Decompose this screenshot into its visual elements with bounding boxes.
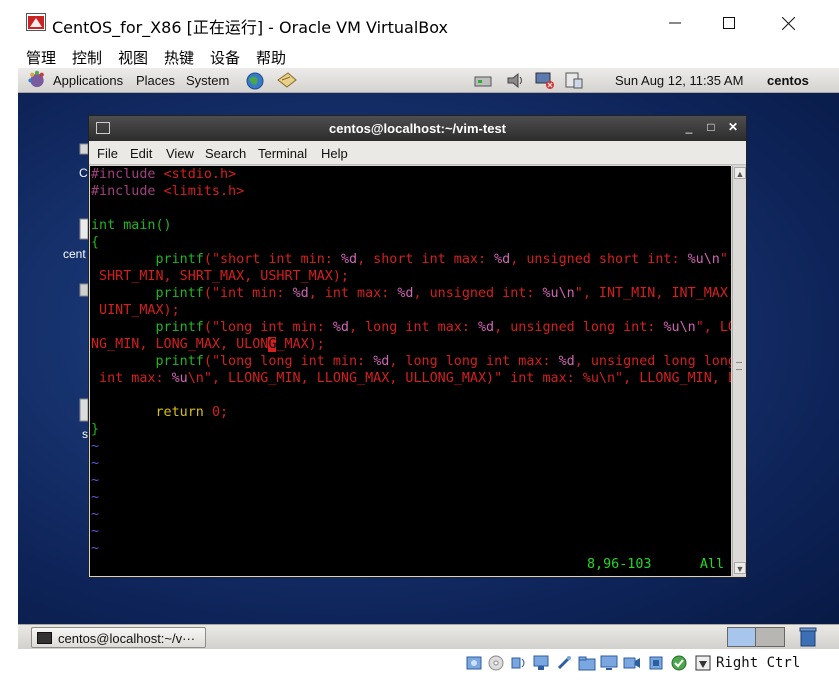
virtualbox-menubar: 管理 控制 视图 热键 设备 帮助 (0, 46, 839, 68)
gnome-bottom-panel: centos@localhost:~/v··· (18, 624, 839, 649)
video-capture-icon[interactable] (623, 654, 641, 672)
taskbar-terminal-label: centos@localhost:~/v··· (58, 631, 196, 646)
code-line: int max: %u\n", LLONG_MIN, LLONG_MAX, UL… (91, 371, 731, 386)
scrollbar-grip[interactable] (736, 362, 742, 370)
code-line: return 0; (155, 405, 229, 420)
desktop-icon-label: C (79, 166, 88, 180)
close-icon: ✕ (727, 120, 739, 134)
window-title: CentOS_for_X86 [正在运行] - Oracle VM Virtua… (52, 18, 449, 37)
cpu-icon[interactable] (647, 654, 665, 672)
menu-help[interactable]: 帮助 (256, 47, 286, 68)
code-line: NG_MIN, LONG_MAX, ULONG_MAX); (91, 337, 325, 352)
terminal-close-button[interactable]: ✕ (725, 120, 741, 134)
code-line: } (91, 422, 100, 437)
virtualbox-window: CentOS_for_X86 [正在运行] - Oracle VM Virtua… (0, 0, 839, 681)
menu-devices[interactable]: 设备 (210, 47, 240, 68)
volume-icon[interactable] (505, 71, 527, 90)
trash-icon[interactable] (797, 626, 819, 648)
display-icon[interactable] (600, 654, 618, 672)
terminal-menu-file[interactable]: File (97, 146, 118, 161)
taskbar-terminal-button[interactable]: centos@localhost:~/v··· (31, 627, 206, 648)
maximize-button[interactable] (716, 10, 742, 36)
workspace-1[interactable] (728, 628, 757, 646)
host-key-label: Right Ctrl (716, 655, 801, 671)
scroll-up-arrow[interactable]: ▲ (734, 167, 746, 179)
scroll-down-arrow[interactable]: ▼ (734, 562, 746, 574)
code-line: int main() (91, 218, 172, 233)
usb-icon[interactable] (555, 654, 573, 672)
maximize-icon (723, 17, 735, 29)
terminal-minimize-button[interactable]: _ (681, 120, 697, 134)
vim-editor-screen[interactable]: #include <stdio.h> #include <limits.h> i… (90, 166, 731, 576)
menu-manage[interactable]: 管理 (26, 47, 56, 68)
minimize-icon (669, 22, 681, 24)
network-adapter-icon[interactable] (532, 654, 550, 672)
mouse-integration-icon[interactable] (694, 654, 712, 672)
desktop-icon-label: cent (63, 247, 86, 261)
minimize-icon: _ (685, 120, 693, 134)
terminal-scrollbar[interactable]: ▲ ▼ (732, 166, 746, 576)
vim-scroll-indicator: All (699, 557, 725, 572)
window-titlebar[interactable]: CentOS_for_X86 [正在运行] - Oracle VM Virtua… (0, 0, 839, 46)
system-menu[interactable]: System (186, 73, 229, 88)
terminal-menu-terminal[interactable]: Terminal (258, 146, 307, 161)
gnome-foot-icon[interactable] (26, 70, 48, 89)
terminal-task-icon (37, 632, 52, 644)
terminal-titlebar[interactable]: centos@localhost:~/vim-test _ □ ✕ (89, 116, 746, 141)
virtualbox-app-icon (26, 13, 46, 31)
hard-disk-icon[interactable] (465, 654, 483, 672)
web-browser-icon[interactable] (244, 71, 266, 90)
vim-status-line: 8,96-103 All (587, 556, 724, 573)
terminal-maximize-button[interactable]: □ (703, 120, 719, 134)
code-line: { (91, 235, 100, 250)
code-line: printf("int min: %d, int max: %d, unsign… (155, 286, 732, 301)
minimize-button[interactable] (662, 10, 688, 36)
optical-drive-icon[interactable] (487, 654, 505, 672)
terminal-menu-edit[interactable]: Edit (130, 146, 152, 161)
guest-display[interactable]: C cent s Applications Places System Sun … (18, 68, 839, 681)
close-icon (781, 16, 795, 30)
applications-menu[interactable]: Applications (53, 73, 123, 88)
code-line: printf("long int min: %d, long int max: … (155, 320, 732, 335)
virtualbox-statusbar: Right Ctrl (18, 649, 839, 681)
menu-hotkey[interactable]: 热键 (164, 47, 194, 68)
network-icon[interactable] (472, 71, 494, 90)
empty-line-marker: ~ (91, 473, 100, 488)
empty-line-marker: ~ (91, 507, 100, 522)
gnome-top-panel: Applications Places System Sun Aug 12, 1… (18, 68, 839, 93)
workspace-switcher[interactable] (727, 627, 785, 647)
code-line: UINT_MAX); (91, 303, 180, 318)
code-line: SHRT_MIN, SHRT_MAX, USHRT_MAX); (91, 269, 349, 284)
removable-device-icon[interactable] (563, 71, 585, 90)
empty-line-marker: ~ (91, 524, 100, 539)
audio-icon[interactable] (510, 654, 528, 672)
terminal-menubar: File Edit View Search Terminal Help (89, 141, 746, 165)
close-button[interactable] (775, 10, 801, 36)
empty-line-marker: ~ (91, 541, 100, 556)
places-menu[interactable]: Places (136, 73, 175, 88)
maximize-icon: □ (707, 120, 715, 134)
code-line: #include <limits.h> (91, 184, 245, 199)
workspace-2[interactable] (756, 628, 784, 646)
terminal-menu-help[interactable]: Help (321, 146, 348, 161)
empty-line-marker: ~ (91, 456, 100, 471)
code-line: printf("short int min: %d, short int max… (155, 252, 732, 267)
empty-line-marker: ~ (91, 439, 100, 454)
shared-folders-icon[interactable] (578, 654, 596, 672)
menu-view[interactable]: 视图 (118, 47, 148, 68)
terminal-menu-search[interactable]: Search (205, 146, 246, 161)
mail-client-icon[interactable] (276, 71, 298, 90)
panel-user[interactable]: centos (767, 73, 809, 88)
code-line: printf("long long int min: %d, long long… (155, 354, 732, 369)
menu-control[interactable]: 控制 (72, 47, 102, 68)
terminal-title: centos@localhost:~/vim-test (328, 121, 507, 136)
terminal-window[interactable]: centos@localhost:~/vim-test _ □ ✕ File E… (88, 115, 747, 578)
panel-clock[interactable]: Sun Aug 12, 11:35 AM (615, 73, 743, 88)
virtualization-icon[interactable] (670, 654, 688, 672)
vim-cursor-position: 8,96-103 (587, 557, 652, 572)
code-line: #include <stdio.h> (91, 167, 237, 182)
network-disconnected-icon[interactable] (534, 71, 556, 90)
terminal-menu-view[interactable]: View (166, 146, 194, 161)
empty-line-marker: ~ (91, 490, 100, 505)
